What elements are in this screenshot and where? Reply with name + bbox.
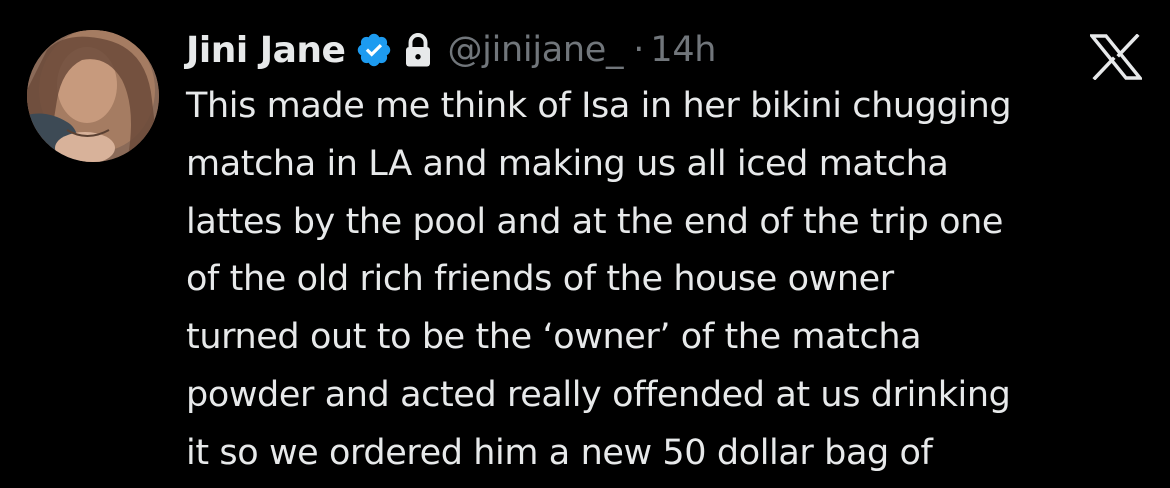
tweet-card[interactable]: Jini Jane @jinijane_ · 14h This made me … bbox=[0, 0, 1170, 488]
author-name[interactable]: Jini Jane bbox=[186, 30, 346, 71]
tweet-text-line: it so we ordered him a new 50 dollar bag… bbox=[186, 432, 933, 473]
timestamp[interactable]: 14h bbox=[650, 30, 716, 70]
verified-badge-icon bbox=[355, 31, 393, 69]
tweet-text-line: matcha in LA and making us all iced matc… bbox=[186, 143, 949, 184]
lock-icon bbox=[403, 32, 433, 68]
avatar[interactable] bbox=[27, 30, 159, 162]
tweet-text-line: of the old rich friends of the house own… bbox=[186, 259, 894, 300]
tweet-text: This made me think of Isa in her bikini … bbox=[186, 78, 1146, 483]
tweet-text-line: lattes by the pool and at the end of the… bbox=[186, 201, 1004, 242]
tweet-text-line: powder and acted really offended at us d… bbox=[186, 374, 1011, 415]
tweet-text-line: This made me think of Isa in her bikini … bbox=[186, 86, 1012, 126]
separator-dot: · bbox=[633, 30, 645, 70]
tweet-text-line: turned out to be the ‘owner’ of the matc… bbox=[186, 317, 922, 358]
tweet-header: Jini Jane @jinijane_ · 14h bbox=[186, 24, 716, 76]
avatar-image bbox=[27, 30, 159, 162]
author-handle[interactable]: @jinijane_ bbox=[447, 30, 623, 70]
